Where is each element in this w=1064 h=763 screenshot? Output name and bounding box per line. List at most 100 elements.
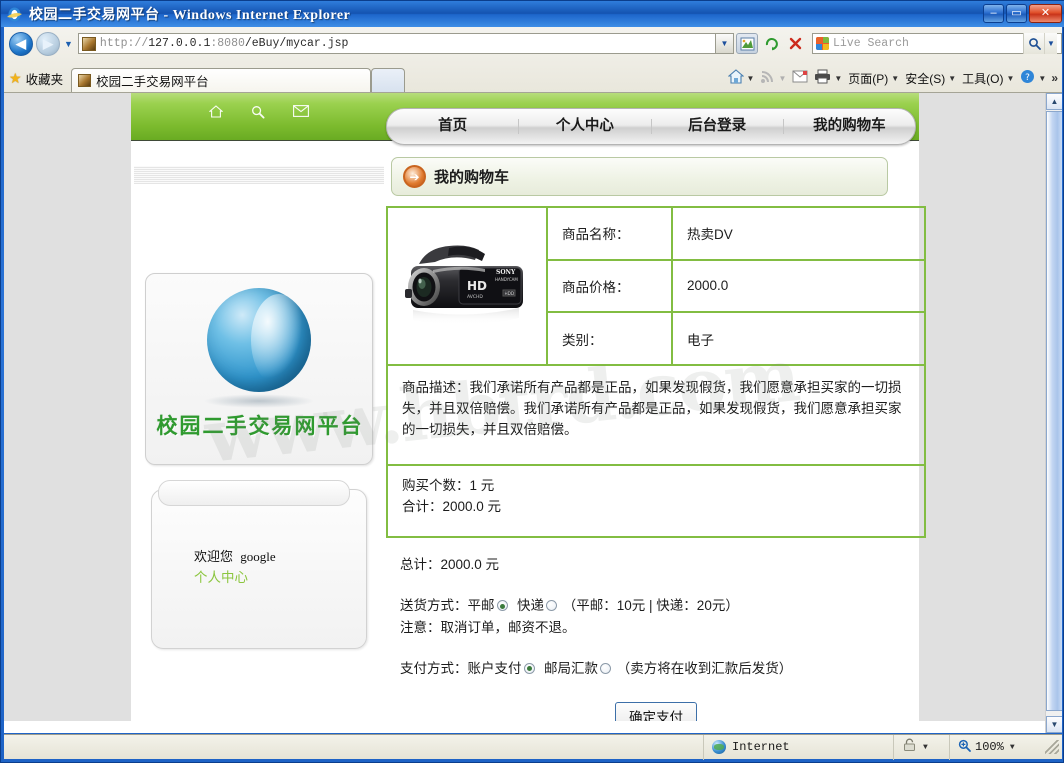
svg-text:SONY: SONY xyxy=(496,269,516,276)
site-logo-panel: 校园二手交易网平台 xyxy=(145,273,373,465)
sidebar-link-personal-center[interactable]: 个人中心 xyxy=(194,566,248,586)
shipping-notice: 注意：取消订单，邮资不退。 xyxy=(400,620,576,636)
search-icon[interactable] xyxy=(251,105,265,122)
logo-shadow xyxy=(203,394,315,408)
product-category-label: 类别： xyxy=(546,311,673,366)
home-caret-icon[interactable]: ▼ xyxy=(747,74,755,83)
browser-chrome: ◀ ▶ ▼ http://127.0.0.1:8080/eBuy/mycar.j… xyxy=(4,27,1062,93)
star-icon: ★ xyxy=(9,69,22,86)
window-controls: – ▭ ✕ xyxy=(983,4,1062,23)
zoom-caret-icon[interactable]: ▼ xyxy=(1010,743,1015,752)
title-bar: 校园二手交易网平台 - Windows Internet Explorer – … xyxy=(1,1,1064,27)
minimize-button[interactable]: – xyxy=(983,4,1004,23)
sidebar-strip-top xyxy=(134,142,384,166)
home-button[interactable]: ▼ xyxy=(725,67,758,89)
zoom-control[interactable]: 100% ▼ xyxy=(949,734,1041,760)
mail-button[interactable] xyxy=(789,67,811,89)
nav-tab-personal-center[interactable]: 个人中心 xyxy=(519,119,652,134)
refresh-button[interactable] xyxy=(760,33,782,54)
tools-menu[interactable]: 工具(O) ▼ xyxy=(959,67,1017,89)
page-bottom-strip xyxy=(4,721,1045,733)
addr-scheme: http:// xyxy=(99,37,149,50)
nav-tab-my-cart[interactable]: 我的购物车 xyxy=(784,119,915,134)
scroll-thumb[interactable] xyxy=(1046,111,1062,711)
printer-icon xyxy=(814,69,831,87)
tab-favicon-icon xyxy=(78,74,92,87)
address-bar[interactable]: http://127.0.0.1:8080/eBuy/mycar.jsp ▼ xyxy=(77,33,734,54)
product-description-box: 商品描述：我们承诺所有产品都是正品，如果发现假货，我们愿意承担买家的一切损失，并… xyxy=(386,366,926,466)
maximize-button[interactable]: ▭ xyxy=(1006,4,1027,23)
nav-tab-home[interactable]: 首页 xyxy=(387,119,520,134)
payment-remittance-radio[interactable] xyxy=(600,662,612,674)
overflow-chevron-icon[interactable]: » xyxy=(1049,71,1062,85)
search-box[interactable]: Live Search ▼ xyxy=(812,33,1062,54)
protected-mode-caret-icon[interactable]: ▼ xyxy=(923,743,928,752)
shipping-standard-radio[interactable] xyxy=(496,600,508,611)
page-menu-label: 页面(P) xyxy=(848,71,889,86)
help-caret-icon[interactable]: ▼ xyxy=(1038,74,1046,83)
search-dropdown-icon[interactable]: ▼ xyxy=(1044,33,1057,54)
page-menu[interactable]: 页面(P) ▼ xyxy=(845,67,902,89)
payment-account-radio[interactable] xyxy=(523,662,535,674)
navigation-row: ◀ ▶ ▼ http://127.0.0.1:8080/eBuy/mycar.j… xyxy=(4,30,1062,57)
feeds-caret-icon[interactable]: ▼ xyxy=(778,74,786,83)
protected-mode-indicator[interactable]: ▼ xyxy=(893,734,949,760)
mail-icon[interactable] xyxy=(293,105,309,122)
stop-button[interactable] xyxy=(784,33,806,54)
resize-grip[interactable] xyxy=(1045,740,1059,754)
payment-note: （卖方将在收到汇款后发货） xyxy=(616,660,793,676)
product-name-label: 商品名称： xyxy=(546,206,673,261)
home-icon[interactable] xyxy=(208,105,224,122)
svg-text:HANDYCAM: HANDYCAM xyxy=(495,277,518,282)
zoom-icon xyxy=(958,739,971,756)
header-icon-group xyxy=(208,105,309,122)
addr-host: 127.0.0.1 xyxy=(148,37,211,50)
favorites-button[interactable]: ★ 收藏夹 xyxy=(4,66,71,90)
scroll-down-button[interactable]: ▼ xyxy=(1046,716,1062,733)
close-button[interactable]: ✕ xyxy=(1029,4,1062,23)
search-input[interactable]: Live Search xyxy=(833,37,909,50)
print-button[interactable]: ▼ xyxy=(811,67,845,89)
logo-text: 校园二手交易网平台 xyxy=(156,413,364,438)
tab-row: ★ 收藏夹 校园二手交易网平台 ▼ ▼ ▼ 页面(P) ▼ 安全(S) ▼ 工具… xyxy=(4,58,1062,92)
grand-total-line: 总计：2000.0 元 xyxy=(400,557,500,572)
quantity-box: 购买个数：1 元 合计：2000.0 元 xyxy=(386,466,926,538)
username: google xyxy=(240,549,276,564)
print-caret-icon[interactable]: ▼ xyxy=(834,74,842,83)
new-tab-button[interactable] xyxy=(371,68,406,92)
scroll-up-button[interactable]: ▲ xyxy=(1046,93,1062,110)
vertical-scrollbar[interactable]: ▲ ▼ xyxy=(1045,93,1062,733)
live-search-logo-icon xyxy=(816,37,829,50)
welcome-prefix: 欢迎您 xyxy=(194,549,234,564)
cart-main: ➔ 我的购物车 HD AVCHD HANDYCAM HDD SONY 商品名称：… xyxy=(386,148,926,733)
globe-icon xyxy=(712,740,726,754)
history-dropdown-icon[interactable]: ▼ xyxy=(64,39,73,49)
nav-tab-admin-login[interactable]: 后台登录 xyxy=(652,119,784,134)
payment-account-label: 账户支付 xyxy=(467,660,522,676)
safety-caret-icon[interactable]: ▼ xyxy=(948,74,956,83)
user-panel: 欢迎您 google 个人中心 xyxy=(151,480,367,649)
back-button[interactable]: ◀ xyxy=(9,31,33,56)
tab-0[interactable]: 校园二手交易网平台 xyxy=(71,68,372,92)
product-description-text: 我们承诺所有产品都是正品，如果发现假货，我们愿意承担买家的一切损失，并且双倍赔偿… xyxy=(402,380,902,437)
product-name-value: 热卖DV xyxy=(671,206,926,261)
shipping-express-radio[interactable] xyxy=(546,600,558,611)
product-table: HD AVCHD HANDYCAM HDD SONY 商品名称： 热卖DV 商品… xyxy=(386,206,926,366)
feeds-button[interactable]: ▼ xyxy=(757,67,789,89)
payment-options: 支付方式：账户支付 邮局汇款 （卖方将在收到汇款后发货） xyxy=(400,658,912,680)
tools-caret-icon[interactable]: ▼ xyxy=(1006,74,1014,83)
forward-button[interactable]: ▶ xyxy=(36,31,60,56)
command-bar: ▼ ▼ ▼ 页面(P) ▼ 安全(S) ▼ 工具(O) ▼ ? ▼ » xyxy=(725,67,1062,92)
product-description-label: 商品描述： xyxy=(402,380,470,395)
product-category-value: 电子 xyxy=(671,311,926,366)
address-dropdown-icon[interactable]: ▼ xyxy=(715,34,733,53)
page-caret-icon[interactable]: ▼ xyxy=(891,74,899,83)
product-image-cell: HD AVCHD HANDYCAM HDD SONY xyxy=(386,206,548,366)
product-price-label: 商品价格： xyxy=(546,258,673,314)
shipping-express-label: 快递 xyxy=(517,598,545,613)
safety-menu[interactable]: 安全(S) ▼ xyxy=(902,67,959,89)
compatibility-view-button[interactable] xyxy=(736,33,758,54)
security-zone[interactable]: Internet xyxy=(703,734,893,760)
help-menu[interactable]: ? ▼ xyxy=(1017,67,1049,89)
search-go-icon[interactable] xyxy=(1023,33,1044,54)
